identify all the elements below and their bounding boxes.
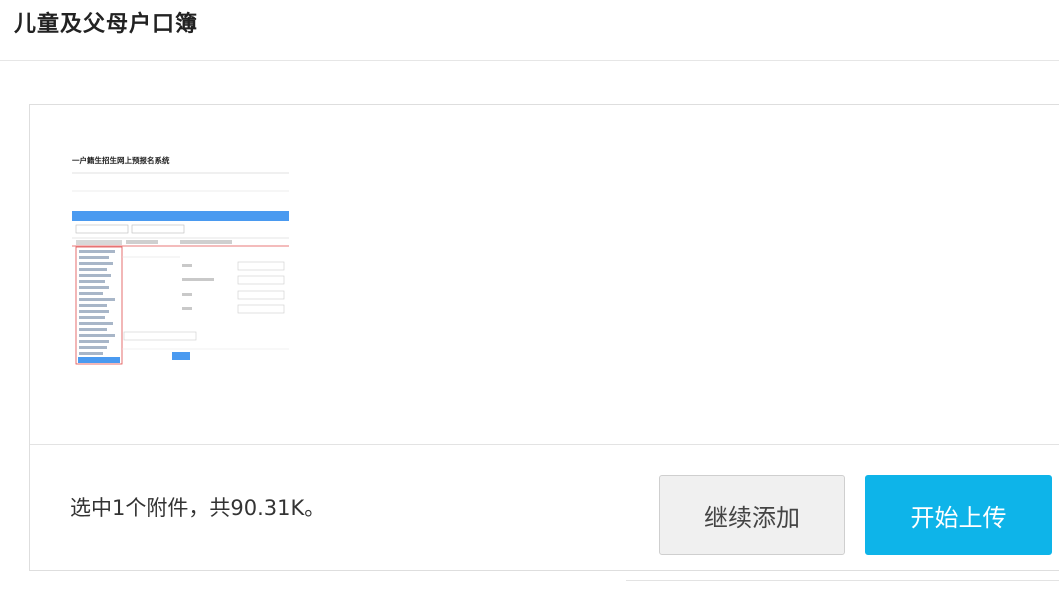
title-divider (0, 60, 1059, 61)
bottom-divider (626, 580, 1059, 581)
upload-panel: 一户籍生招生网上预报名系统 选中1个附件，共90.31K。 继续添加 开始上传 (29, 104, 1059, 571)
start-upload-button[interactable]: 开始上传 (865, 475, 1052, 555)
continue-add-button[interactable]: 继续添加 (659, 475, 845, 555)
thumbnail-heading: 一户籍生招生网上预报名系统 (72, 155, 170, 165)
file-preview-area: 一户籍生招生网上预报名系统 (30, 105, 1059, 445)
thumbnail-image: 一户籍生招生网上预报名系统 (70, 149, 289, 367)
file-thumbnail[interactable]: 一户籍生招生网上预报名系统 (70, 149, 289, 367)
selection-status: 选中1个附件，共90.31K。 (70, 496, 326, 520)
page-title: 儿童及父母户口簿 (14, 12, 199, 37)
